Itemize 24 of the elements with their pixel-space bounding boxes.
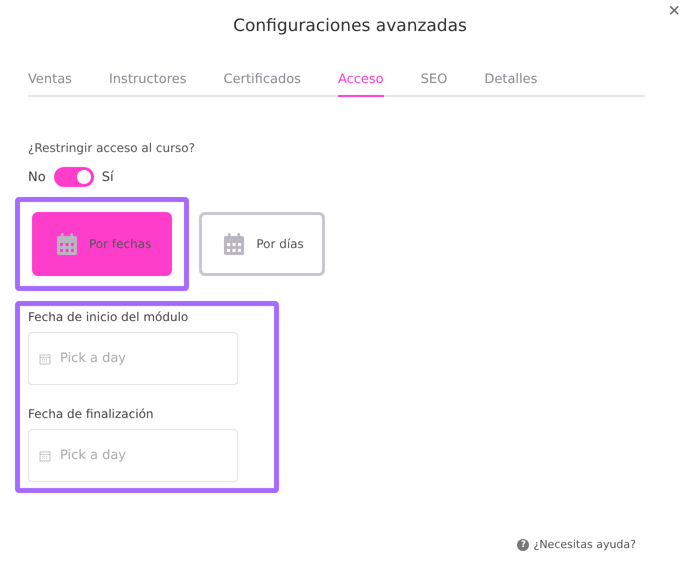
date-field[interactable]: Pick a day xyxy=(28,429,238,482)
field-label: Fecha de finalización xyxy=(28,407,155,421)
mode-option[interactable]: Por fechas xyxy=(32,212,172,276)
tab[interactable]: Ventas xyxy=(28,72,72,97)
tab[interactable]: Certificados xyxy=(224,72,301,97)
toggle-switch[interactable] xyxy=(54,167,94,187)
tab[interactable]: Instructores xyxy=(108,72,187,97)
help-icon: ? xyxy=(517,538,530,550)
calendar-icon xyxy=(39,353,51,365)
field-label: Fecha de inicio del módulo xyxy=(28,310,190,324)
tab[interactable]: SEO xyxy=(420,72,448,97)
tab[interactable]: Acceso xyxy=(338,72,384,97)
dialog-title: Configuraciones avanzadas xyxy=(232,15,468,36)
toggle-label: No xyxy=(28,170,46,184)
question-label: ¿Restringir acceso al curso? xyxy=(28,141,196,155)
help-link[interactable]: ¿Necesitas ayuda? xyxy=(533,538,636,551)
tab[interactable]: Detalles xyxy=(484,72,538,97)
calendar-icon xyxy=(39,450,51,462)
close-button[interactable]: × xyxy=(668,0,680,23)
mode-option[interactable]: Por días xyxy=(199,212,325,276)
date-field[interactable]: Pick a day xyxy=(28,332,238,385)
calendar-icon xyxy=(222,232,246,256)
calendar-icon xyxy=(55,232,79,256)
toggle-label: Sí xyxy=(102,170,114,184)
